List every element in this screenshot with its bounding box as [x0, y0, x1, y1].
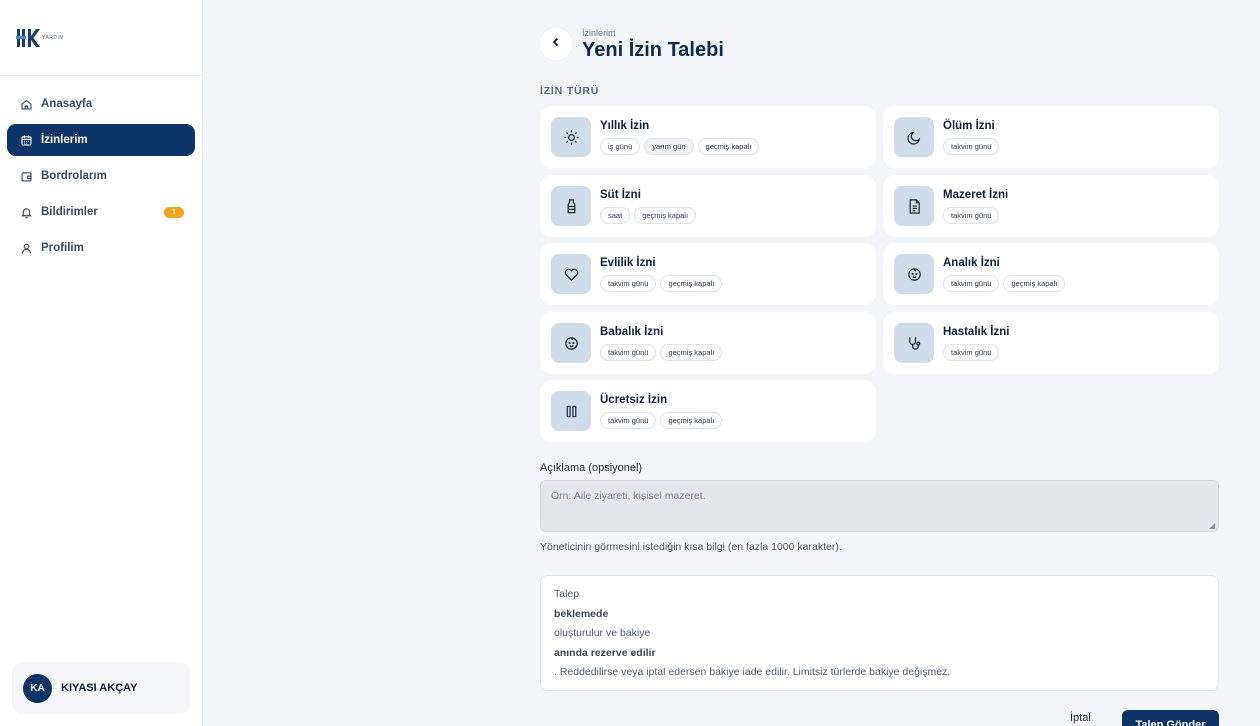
leave-type-title: Babalık İzni [600, 326, 664, 338]
leave-type-title: Süt İzni [600, 189, 641, 201]
description-label: Açıklama (opsiyonel) [540, 462, 643, 474]
description-input[interactable] [540, 480, 1219, 532]
tag: geçmiş kapalı [660, 344, 723, 361]
info-line: beklemede [554, 607, 609, 620]
heart-icon [551, 254, 591, 294]
milk-bottle-icon [551, 186, 591, 226]
leave-type-title: Yıllık İzin [600, 120, 650, 132]
tag: geçmiş kapalı [634, 207, 697, 224]
wallet-icon [19, 169, 33, 183]
bell-icon [19, 205, 33, 219]
notification-badge: 1 [164, 207, 184, 218]
info-box: Talep beklemede oluşturulur ve bakiye an… [540, 575, 1219, 691]
calendar-icon [19, 133, 33, 147]
leave-type-card[interactable]: Süt İzni saat geçmiş kapalı [540, 175, 876, 237]
leave-type-title: Ücretsiz İzin [600, 394, 668, 406]
tag-list: takvim günü [943, 207, 1000, 224]
submit-button[interactable]: Talep Gönder [1122, 710, 1219, 726]
sidebar-item-label: İzinlerim [41, 134, 88, 146]
sidebar-item-label: Bildirimler [41, 206, 98, 218]
user-icon [19, 241, 33, 255]
tag: geçmiş kapalı [1003, 275, 1066, 292]
document-icon [894, 186, 934, 226]
leave-type-card[interactable]: Evlilik İzni takvim günü geçmiş kapalı [540, 243, 876, 305]
tag: takvim günü [943, 207, 1000, 224]
leave-type-card[interactable]: Yıllık İzin iş günü yarım gün geçmiş kap… [540, 106, 876, 168]
sun-icon [551, 117, 591, 157]
tag: takvim günü [943, 138, 1000, 155]
tag: yarım gün [644, 138, 694, 155]
leave-type-title: Ölüm İzni [943, 120, 995, 132]
leave-type-card[interactable]: Mazeret İzni takvim günü [883, 175, 1219, 237]
tag-list: takvim günü [943, 344, 1000, 361]
tag: takvim günü [943, 275, 1000, 292]
breadcrumb[interactable]: İzinlerim [582, 28, 616, 38]
tag: takvim günü [600, 275, 657, 292]
info-line: Talep [554, 588, 580, 600]
tag-list: takvim günü geçmiş kapalı [600, 344, 723, 361]
resize-handle-icon[interactable]: ◢ [1209, 521, 1215, 530]
sidebar-item-bildirimler[interactable]: Bildirimler 1 [7, 196, 195, 228]
sidebar-item-label: Profilim [41, 242, 84, 254]
sidebar-item-izinlerim[interactable]: İzinlerim [7, 124, 195, 156]
logo-text: YARDIM [42, 34, 65, 41]
leave-type-card[interactable]: Hastalık İzni takvim günü [883, 312, 1219, 374]
sidebar-item-anasayfa[interactable]: Anasayfa [7, 88, 195, 120]
tag: iş günü [600, 138, 641, 155]
stethoscope-icon [894, 323, 934, 363]
sidebar-item-label: Anasayfa [41, 98, 93, 110]
tag-list: takvim günü geçmiş kapalı [600, 275, 723, 292]
baby-icon [894, 254, 934, 294]
section-label: İZİN TÜRÜ [540, 85, 600, 97]
back-button[interactable] [540, 28, 572, 60]
tag: takvim günü [943, 344, 1000, 361]
tag: takvim günü [600, 412, 657, 429]
page-title: Yeni İzin Talebi [582, 39, 724, 61]
sidebar-nav: Anasayfa İzinlerim Bordrolarım Bildiriml… [0, 76, 202, 264]
info-line: anında rezerve edilir [554, 646, 656, 659]
home-icon [19, 97, 33, 111]
description-help: Yöneticinin görmesini istediğin kısa bil… [540, 541, 842, 553]
sidebar-item-profilim[interactable]: Profilim [7, 232, 195, 264]
leave-type-title: Analık İzni [943, 257, 1000, 269]
user-card[interactable]: KA KIYASI AKÇAY [12, 662, 190, 714]
tag: geçmiş kapalı [660, 412, 723, 429]
tag-list: takvim günü geçmiş kapalı [943, 275, 1066, 292]
tag-list: iş günü yarım gün geçmiş kapalı [600, 138, 760, 155]
tag-list: takvim günü [943, 138, 1000, 155]
moon-icon [894, 117, 934, 157]
chevron-left-icon [550, 35, 562, 53]
tag: saat [600, 207, 631, 224]
leave-type-title: Evlilik İzni [600, 257, 656, 269]
leave-type-card[interactable]: Ücretsiz İzin takvim günü geçmiş kapalı [540, 380, 876, 442]
leave-type-card[interactable]: Babalık İzni takvim günü geçmiş kapalı [540, 312, 876, 374]
tag: geçmiş kapalı [697, 138, 760, 155]
leave-type-card[interactable]: Ölüm İzni takvim günü [883, 106, 1219, 168]
pause-icon [551, 391, 591, 431]
sidebar-item-label: Bordrolarım [41, 170, 107, 182]
leave-type-title: Hastalık İzni [943, 326, 1010, 338]
logo[interactable]: YARDIM [0, 0, 202, 76]
cancel-button[interactable]: İptal [1070, 712, 1091, 724]
leave-type-title: Mazeret İzni [943, 189, 1009, 201]
leave-type-card[interactable]: Analık İzni takvim günü geçmiş kapalı [883, 243, 1219, 305]
user-name: KIYASI AKÇAY [61, 682, 138, 694]
info-line: oluşturulur ve bakiye [554, 627, 651, 640]
avatar: KA [23, 673, 52, 703]
sidebar-item-bordrolarim[interactable]: Bordrolarım [7, 160, 195, 192]
info-line: . Reddedilirse veya iptal edersen bakiye… [554, 666, 951, 679]
sidebar: YARDIM Anasayfa İzinlerim Bordrolarım Bi… [0, 0, 203, 726]
tag: geçmiş kapalı [660, 275, 723, 292]
brand-logo-icon [16, 27, 40, 49]
tag: takvim günü [600, 344, 657, 361]
tag-list: saat geçmiş kapalı [600, 207, 697, 224]
baby-icon [551, 323, 591, 363]
tag-list: takvim günü geçmiş kapalı [600, 412, 723, 429]
